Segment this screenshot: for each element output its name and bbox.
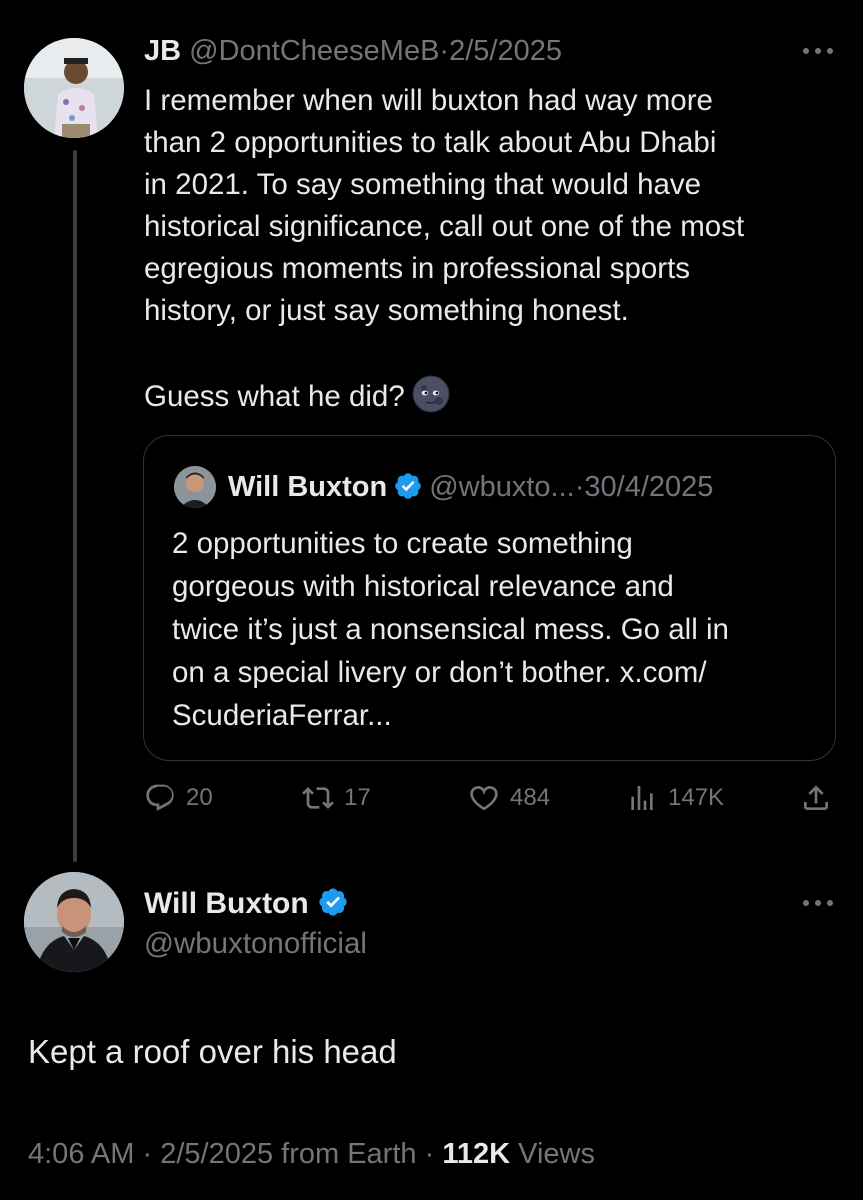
reply-header: JB @DontCheeseMeB·2/5/2025 [144, 34, 562, 68]
quote-separator: · [574, 471, 585, 503]
main-tweet-text: Kept a roof over his head [28, 1033, 397, 1070]
reply-bubble-icon [146, 784, 174, 812]
quoted-tweet-card[interactable]: Will Buxton @wbuxto...·30/4/2025 2 oppor… [143, 435, 836, 761]
quote-date: 30/4/2025 [584, 471, 714, 503]
quote-header: Will Buxton @wbuxto...·30/4/2025 [228, 468, 713, 506]
main-author-name: Will Buxton [144, 887, 309, 920]
thread-connector-line [73, 150, 77, 862]
heart-icon [470, 786, 498, 811]
quote-author-handle: @wbuxto... [429, 471, 575, 503]
like-action-button[interactable]: 484 [468, 780, 550, 816]
views-action-button[interactable]: 147K [626, 780, 724, 816]
reply-paragraph-2-text: Guess what he did? [144, 380, 405, 413]
main-tweet-source: from Earth [281, 1138, 417, 1170]
repost-action-button[interactable]: 17 [302, 780, 371, 816]
reply-date[interactable]: 2/5/2025 [449, 35, 562, 67]
tweet-thread: JB @DontCheeseMeB·2/5/2025 I remember wh… [0, 0, 863, 1200]
share-action-button[interactable] [800, 780, 842, 816]
main-views-count: 112K [442, 1138, 511, 1170]
new-moon-face-icon [412, 375, 450, 413]
repost-count: 17 [344, 784, 371, 811]
verified-badge-icon [395, 473, 422, 499]
main-tweet-meta: 4:06 AM · 2/5/2025 from Earth · 112K Vie… [28, 1134, 595, 1174]
main-more-options-icon[interactable] [803, 898, 833, 908]
views-count: 147K [668, 784, 725, 811]
reply-count: 20 [186, 784, 213, 811]
reply-author-avatar[interactable] [24, 38, 124, 138]
main-tweet-time[interactable]: 4:06 AM [28, 1138, 134, 1170]
main-author-handle[interactable]: @wbuxtonofficial [144, 924, 367, 964]
quote-author-name: Will Buxton [228, 471, 388, 503]
main-author-avatar[interactable] [24, 872, 124, 972]
like-count: 484 [510, 784, 551, 811]
meta-separator: · [142, 1138, 153, 1170]
views-chart-icon [631, 786, 653, 810]
main-author-name-row[interactable]: Will Buxton [144, 884, 355, 924]
meta-separator: · [424, 1138, 435, 1170]
reply-text: I remember when will buxton had way more… [144, 80, 844, 418]
quote-text: 2 opportunities to create something gorg… [172, 527, 729, 732]
reply-paragraph-2: Guess what he did? [144, 374, 844, 418]
verified-badge-icon [319, 888, 347, 916]
reply-paragraph-1: I remember when will buxton had way more… [144, 84, 745, 327]
reply-author-handle[interactable]: @DontCheeseMeB [189, 35, 439, 67]
repost-icon [302, 787, 334, 809]
reply-author-name[interactable]: JB [144, 35, 181, 67]
reply-action-button[interactable]: 20 [144, 780, 213, 816]
quote-author-avatar [174, 466, 216, 508]
reply-more-options-icon[interactable] [803, 46, 833, 56]
main-views-label: Views [518, 1138, 595, 1170]
share-upload-icon [804, 785, 828, 810]
reply-separator: · [439, 35, 450, 67]
main-tweet-date[interactable]: 2/5/2025 [160, 1138, 273, 1170]
